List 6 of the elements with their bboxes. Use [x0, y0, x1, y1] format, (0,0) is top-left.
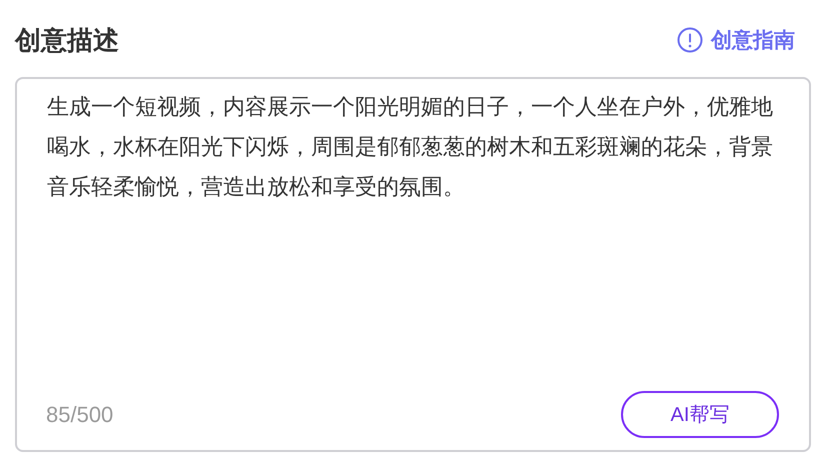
character-counter: 85/500 — [46, 401, 114, 429]
section-title: 创意描述 — [15, 27, 119, 53]
ai-write-button[interactable]: AI帮写 — [621, 391, 779, 438]
info-icon — [677, 27, 703, 53]
guide-link[interactable]: 创意指南 — [677, 27, 795, 53]
description-field[interactable]: 生成一个短视频，内容展示一个阳光明媚的日子，一个人坐在户外，优雅地喝水，水杯在阳光下闪烁，周围是郁郁葱葱的树木和五彩斑斓的花朵，背景音乐轻柔愉悦，营造出放松和享受的氛围。 — [47, 87, 783, 207]
